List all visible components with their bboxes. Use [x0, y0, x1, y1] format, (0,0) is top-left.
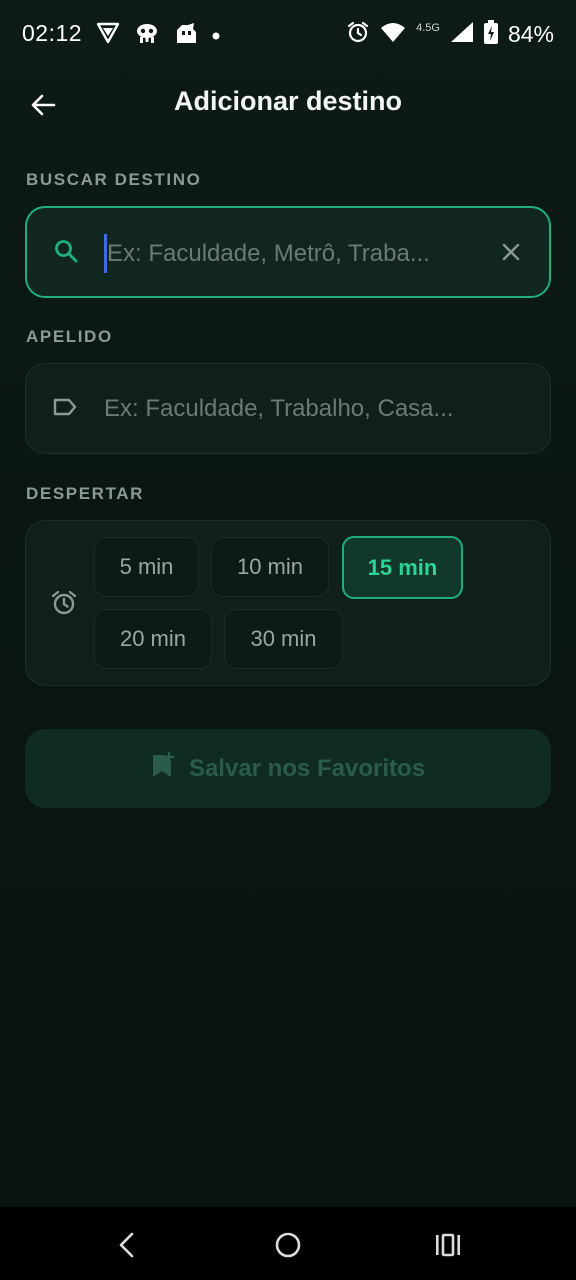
wake-options-card: 5 min 10 min 15 min 20 min 30 min	[25, 520, 551, 686]
wake-option-20-min[interactable]: 20 min	[94, 609, 212, 669]
nav-home-button[interactable]	[268, 1225, 308, 1265]
alarm-status-icon	[346, 20, 370, 49]
network-type: 4.5G	[416, 21, 440, 34]
status-time: 02:12	[22, 20, 83, 46]
app-header: Adicionar destino	[0, 72, 576, 136]
battery-icon	[483, 20, 498, 49]
vpn-shield-icon	[96, 22, 120, 49]
wake-option-30-min[interactable]: 30 min	[224, 609, 343, 669]
label-tag-icon	[52, 396, 78, 418]
search-section-label: BUSCAR DESTINO	[26, 170, 202, 189]
nav-recents-button[interactable]	[428, 1225, 468, 1265]
search-icon	[53, 238, 79, 264]
recents-icon	[436, 1233, 460, 1257]
search-field	[25, 206, 551, 298]
status-right: 4.5G 84%	[346, 20, 554, 49]
wake-option-10-min[interactable]: 10 min	[211, 537, 329, 597]
alien-app-icon	[134, 22, 160, 49]
alarm-clock-icon	[50, 589, 78, 622]
page-title: Adicionar destino	[173, 86, 403, 116]
game-app-icon	[174, 22, 198, 49]
notification-icons	[96, 22, 220, 49]
wake-section-label: DESPERTAR	[26, 484, 144, 503]
status-bar: 02:12 4.5G 84%	[0, 0, 576, 70]
bookmark-add-icon	[151, 751, 175, 785]
battery-percent: 84%	[507, 21, 554, 47]
screen: 02:12 4.5G 84% Adicionar destino BUSCAR …	[0, 0, 576, 1280]
close-icon	[502, 243, 520, 261]
wake-option-5-min[interactable]: 5 min	[94, 537, 199, 597]
nickname-field	[25, 363, 551, 454]
wake-option-15-min[interactable]: 15 min	[342, 536, 463, 599]
search-input[interactable]	[107, 230, 482, 278]
nav-back-button[interactable]	[107, 1225, 147, 1265]
chevron-left-icon	[119, 1232, 134, 1258]
home-circle-icon	[275, 1232, 301, 1258]
nickname-section-label: APELIDO	[26, 327, 113, 346]
save-button-label: Salvar nos Favoritos	[188, 754, 426, 782]
notification-dot-icon	[212, 27, 220, 45]
signal-icon	[450, 21, 474, 48]
nickname-input[interactable]	[104, 385, 524, 433]
system-nav-bar	[0, 1207, 576, 1280]
clear-search-button[interactable]	[497, 238, 525, 266]
save-favorites-button[interactable]: Salvar nos Favoritos	[25, 729, 551, 808]
wifi-icon	[380, 21, 406, 48]
